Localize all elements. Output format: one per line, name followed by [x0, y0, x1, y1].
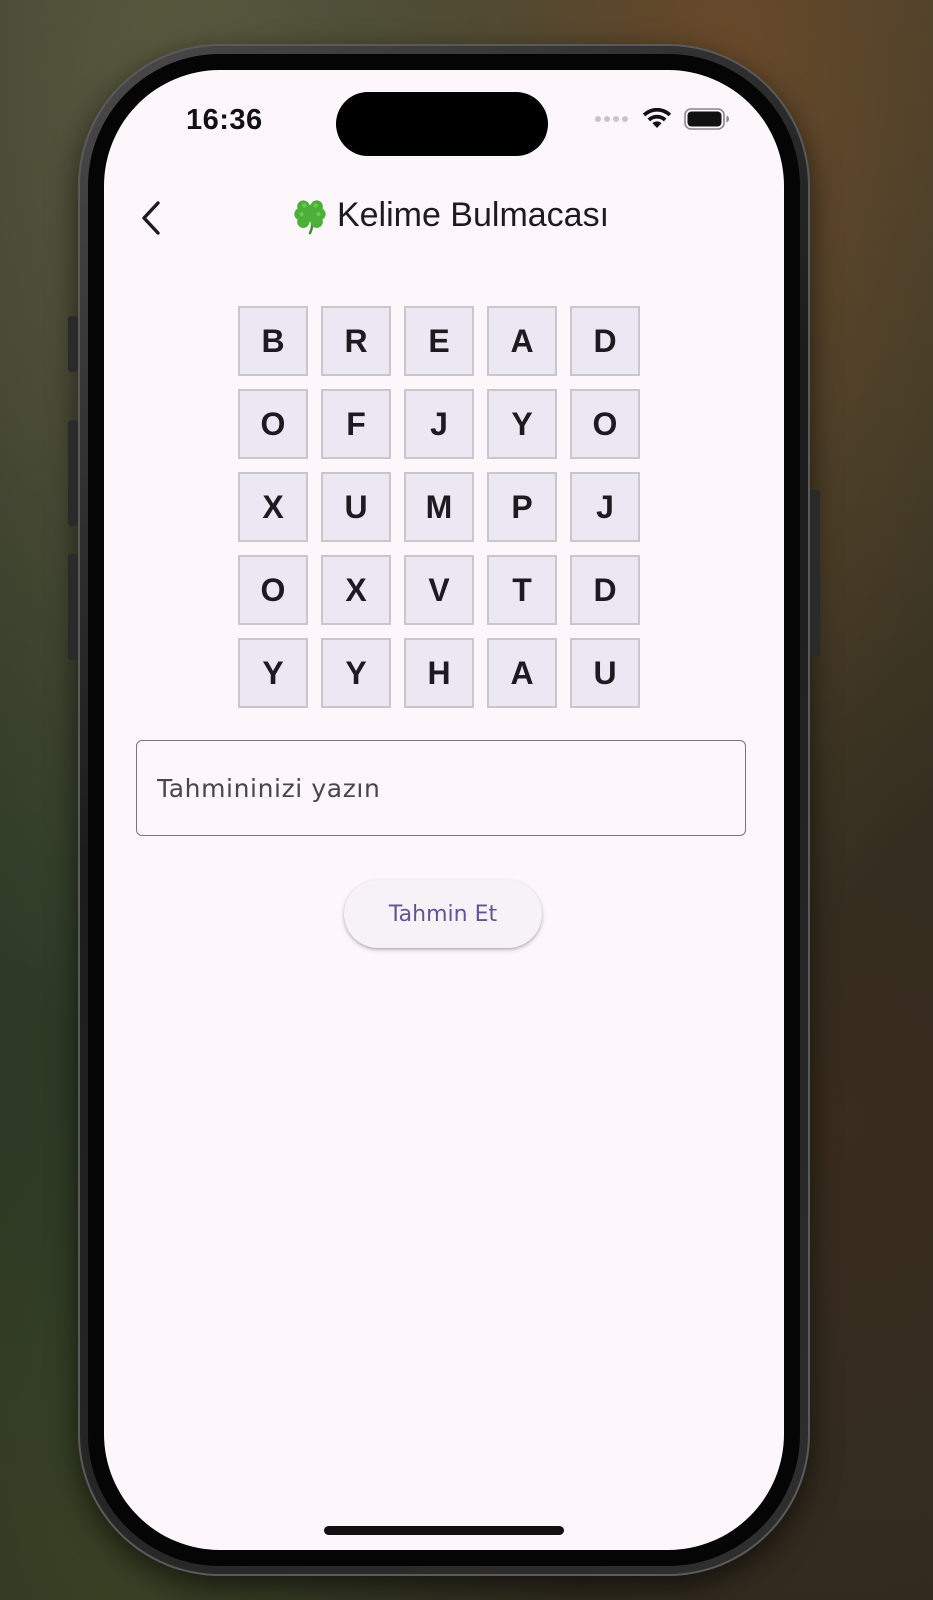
letter-grid: BREADOFJYOXUMPJOXVTDYYHAU	[238, 306, 640, 708]
home-indicator	[324, 1526, 564, 1535]
phone-volume-down-button	[68, 554, 78, 660]
grid-cell[interactable]: M	[404, 472, 474, 542]
grid-cell[interactable]: Y	[238, 638, 308, 708]
four-leaf-clover-icon	[294, 199, 326, 234]
grid-cell[interactable]: A	[487, 306, 557, 376]
cellular-signal-icon	[595, 116, 628, 122]
grid-cell[interactable]: H	[404, 638, 474, 708]
phone-action-button	[68, 316, 78, 372]
grid-cell[interactable]: O	[238, 555, 308, 625]
dynamic-island	[336, 92, 548, 156]
grid-cell[interactable]: P	[487, 472, 557, 542]
grid-cell[interactable]: X	[321, 555, 391, 625]
grid-cell[interactable]: U	[570, 638, 640, 708]
grid-cell[interactable]: O	[238, 389, 308, 459]
guess-button[interactable]: Tahmin Et	[344, 880, 542, 948]
app-screen: 16:36 Kelime Bulmacası B R E A D O F J Y…	[104, 70, 784, 1550]
app-title: Kelime Bulmacası	[104, 196, 784, 235]
grid-cell[interactable]: D	[570, 555, 640, 625]
grid-cell[interactable]: A	[487, 638, 557, 708]
grid-cell[interactable]: T	[487, 555, 557, 625]
grid-cell[interactable]: J	[570, 472, 640, 542]
wifi-icon	[642, 108, 672, 128]
grid-cell[interactable]: F	[321, 389, 391, 459]
grid-cell[interactable]: R	[321, 306, 391, 376]
guess-input[interactable]	[136, 740, 746, 836]
phone-power-button	[810, 490, 820, 656]
grid-cell[interactable]: Y	[487, 389, 557, 459]
battery-icon	[684, 108, 729, 130]
grid-cell[interactable]: B	[238, 306, 308, 376]
grid-cell[interactable]: X	[238, 472, 308, 542]
status-icons	[595, 108, 730, 130]
status-time: 16:36	[186, 104, 263, 136]
grid-cell[interactable]: J	[404, 389, 474, 459]
grid-cell[interactable]: Y	[321, 638, 391, 708]
grid-cell[interactable]: D	[570, 306, 640, 376]
phone-volume-up-button	[68, 420, 78, 526]
grid-cell[interactable]: U	[321, 472, 391, 542]
app-title-text: Kelime Bulmacası	[336, 196, 610, 234]
grid-cell[interactable]: O	[570, 389, 640, 459]
grid-cell[interactable]: V	[404, 555, 474, 625]
grid-cell[interactable]: E	[404, 306, 474, 376]
